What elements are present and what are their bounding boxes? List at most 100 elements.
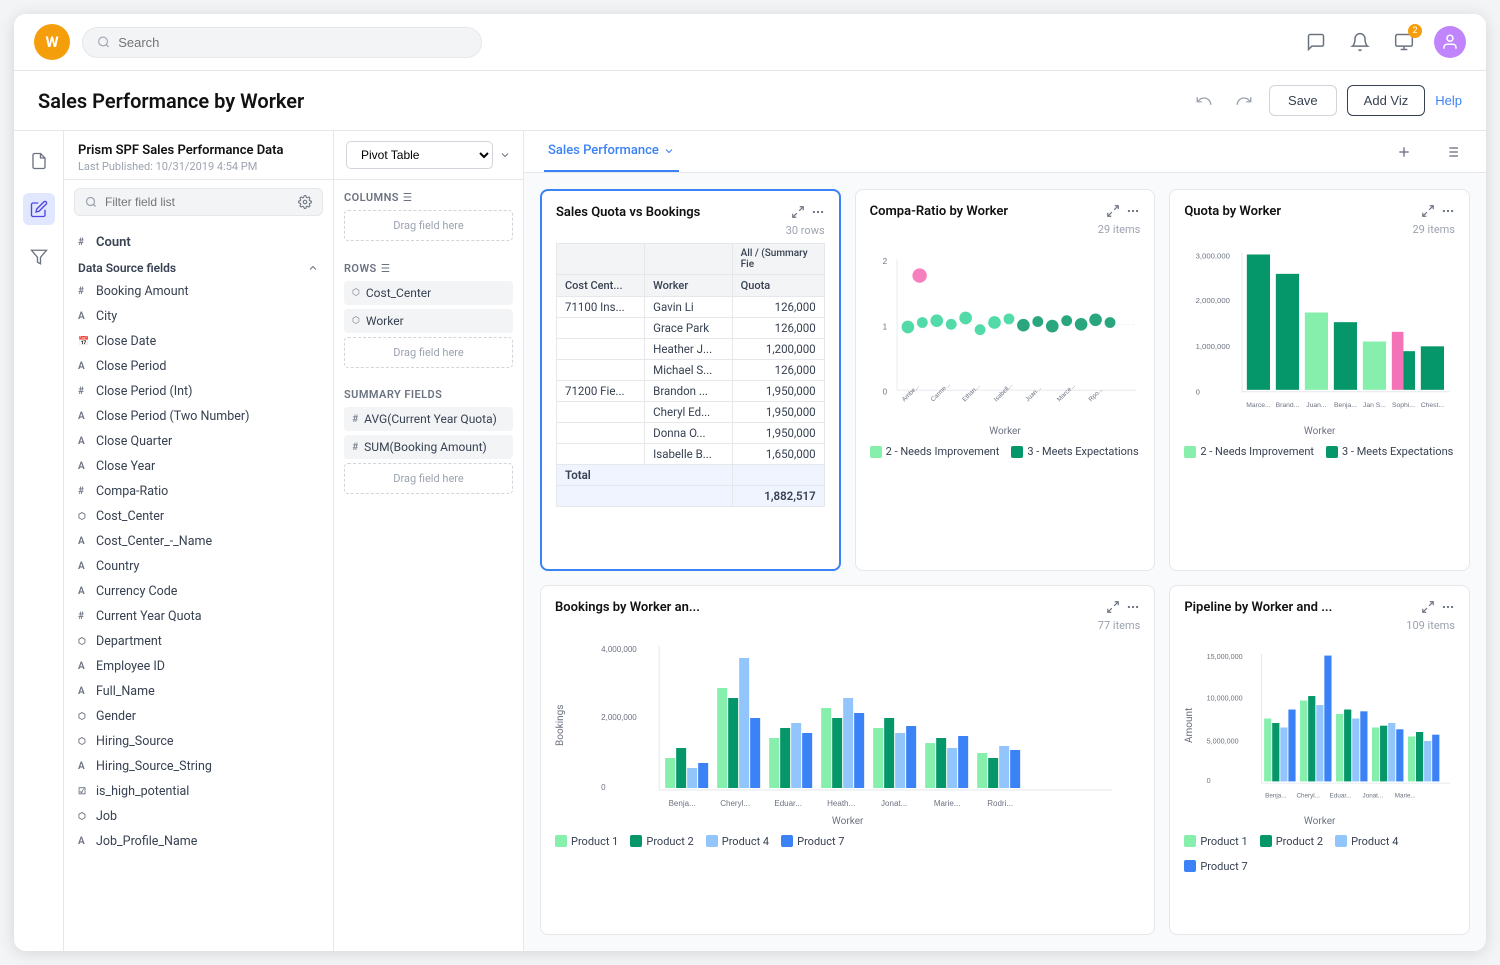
field-item[interactable]: AHiring_Source_String [64, 754, 333, 779]
tabs-menu-button[interactable] [1438, 138, 1466, 166]
more-icon[interactable] [811, 205, 825, 219]
field-filter-input[interactable] [105, 195, 290, 209]
field-item[interactable]: ⬡Department [64, 629, 333, 654]
summary-drag-area[interactable]: Drag field here [344, 463, 513, 494]
search-bar[interactable] [82, 27, 482, 58]
field-item[interactable]: ⬡Cost_Center [64, 504, 333, 529]
more-icon[interactable] [1126, 204, 1140, 218]
svg-text:Marce...: Marce... [1247, 402, 1272, 409]
field-item[interactable]: AClose Period (Two Number) [64, 404, 333, 429]
field-item[interactable]: AFull_Name [64, 679, 333, 704]
pivot-summary-sum[interactable]: # SUM(Booking Amount) [344, 435, 513, 459]
field-item[interactable]: ⬡Hiring_Source [64, 729, 333, 754]
legend-color [1184, 835, 1196, 847]
svg-text:Eduar...: Eduar... [1330, 792, 1352, 799]
field-panel: Prism SPF Sales Performance Data Last Pu… [64, 131, 334, 951]
field-item-count[interactable]: # Count [64, 230, 333, 255]
tab-dropdown-icon[interactable] [663, 145, 675, 157]
svg-text:Benja...: Benja... [1334, 402, 1357, 409]
columns-sort-icon[interactable] [399, 190, 413, 204]
pivot-panel: Pivot Table Columns Drag field here Rows… [334, 131, 524, 951]
svg-text:3,000,000: 3,000,000 [1196, 251, 1230, 260]
save-button[interactable]: Save [1269, 85, 1337, 116]
rows-sort-icon[interactable] [377, 261, 391, 275]
more-icon[interactable] [1441, 600, 1455, 614]
expand-icon[interactable] [1106, 600, 1120, 614]
field-item[interactable]: ☑is_high_potential [64, 779, 333, 804]
pivot-row-worker[interactable]: ⬡ Worker [344, 309, 513, 333]
viz-card-header: Sales Quota vs Bookings [556, 205, 825, 220]
redo-button[interactable] [1229, 86, 1259, 116]
field-item[interactable]: AJob_Profile_Name [64, 829, 333, 854]
svg-text:Ethan...: Ethan... [961, 383, 981, 403]
sidebar-icon-edit[interactable] [23, 193, 55, 225]
datasource-section-label: Data Source fields [78, 261, 176, 275]
svg-text:Chest...: Chest... [1421, 402, 1444, 409]
help-button[interactable]: Help [1435, 93, 1462, 108]
settings-icon[interactable] [298, 195, 312, 209]
bell-icon[interactable] [1346, 28, 1374, 56]
expand-icon[interactable] [1106, 204, 1120, 218]
field-item-employee-id[interactable]: AEmployee ID [64, 654, 333, 679]
datasource-section-header[interactable]: Data Source fields [64, 255, 333, 279]
field-item[interactable]: ⬡Job [64, 804, 333, 829]
chart-legend: Product 1 Product 2 Product 4 Produ [1184, 835, 1455, 873]
columns-label: Columns [344, 191, 399, 204]
sidebar-icon-filter[interactable] [23, 241, 55, 273]
pivot-table: All / (Summary Fie Cost Cent... Worker Q… [556, 243, 825, 507]
expand-icon[interactable] [791, 205, 805, 219]
header-actions: Save Add Viz Help [1189, 85, 1462, 116]
sidebar-icon-data[interactable] [23, 145, 55, 177]
field-item-country[interactable]: ACountry [64, 554, 333, 579]
x-axis-label: Worker [870, 426, 1141, 437]
field-item[interactable]: ACity [64, 304, 333, 329]
svg-text:Rodri...: Rodri... [987, 799, 1013, 808]
more-icon[interactable] [1441, 204, 1455, 218]
rows-drag-area[interactable]: Drag field here [344, 337, 513, 368]
svg-text:Benja...: Benja... [669, 799, 696, 808]
field-item[interactable]: ACost_Center_-_Name [64, 529, 333, 554]
bookings-chart: 4,000,000 2,000,000 0 [574, 638, 1140, 812]
columns-drag-area[interactable]: Drag field here [344, 210, 513, 241]
pivot-row-cost-center[interactable]: ⬡ Cost_Center [344, 281, 513, 305]
pipeline-chart: 15,000,000 10,000,000 5,000,000 0 [1203, 638, 1455, 812]
field-item[interactable]: AClose Period [64, 354, 333, 379]
search-icon [97, 35, 110, 49]
x-axis-label: Worker [1184, 426, 1455, 437]
field-item[interactable]: #Close Period (Int) [64, 379, 333, 404]
field-item[interactable]: #Compa-Ratio [64, 479, 333, 504]
legend-color [1326, 446, 1338, 458]
more-icon[interactable] [1126, 600, 1140, 614]
rows-label: Rows [344, 262, 377, 275]
legend-item: Product 1 [555, 835, 618, 848]
tab-sales-performance[interactable]: Sales Performance [544, 131, 679, 172]
inbox-icon[interactable]: 2 [1390, 28, 1418, 56]
field-item-close-year[interactable]: AClose Year [64, 454, 333, 479]
svg-text:2,000,000: 2,000,000 [1196, 296, 1230, 305]
user-avatar[interactable] [1434, 26, 1466, 58]
field-search[interactable] [74, 188, 323, 216]
pivot-type-select[interactable]: Pivot Table [346, 141, 493, 169]
search-input[interactable] [118, 35, 467, 50]
field-item[interactable]: 📅Close Date [64, 329, 333, 354]
field-item[interactable]: #Booking Amount [64, 279, 333, 304]
expand-icon[interactable] [1421, 204, 1435, 218]
table-row: Grace Park 126,000 [557, 318, 825, 339]
field-item[interactable]: ⬡Gender [64, 704, 333, 729]
chart-legend: Product 1 Product 2 Product 4 Produ [555, 835, 1140, 848]
undo-button[interactable] [1189, 86, 1219, 116]
viz-header-icons [1106, 600, 1140, 614]
expand-icon[interactable] [1421, 600, 1435, 614]
field-item-currency-code[interactable]: ACurrency Code [64, 579, 333, 604]
add-viz-button[interactable]: Add Viz [1347, 85, 1426, 116]
legend-color [781, 835, 793, 847]
app-logo: W [34, 24, 70, 60]
pivot-summary-avg[interactable]: # AVG(Current Year Quota) [344, 407, 513, 431]
field-item-current-year-quota[interactable]: #Current Year Quota [64, 604, 333, 629]
svg-text:Jonat...: Jonat... [881, 799, 907, 808]
table-row-total-value: 1,882,517 [557, 486, 825, 507]
add-tab-button[interactable] [1390, 138, 1418, 166]
field-item[interactable]: AClose Quarter [64, 429, 333, 454]
svg-text:Cheryl...: Cheryl... [1297, 792, 1321, 799]
chat-icon[interactable] [1302, 28, 1330, 56]
